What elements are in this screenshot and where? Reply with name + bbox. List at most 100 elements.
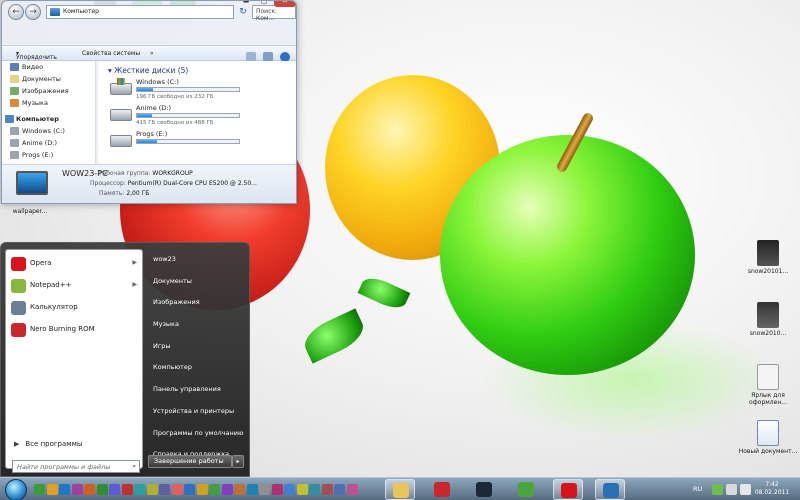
drive-icon — [10, 139, 19, 147]
taskbar-button-opera[interactable] — [553, 479, 583, 500]
quick-launch-icon[interactable] — [321, 484, 333, 495]
desktop-icon-label: snow2010... — [749, 330, 787, 337]
search-input[interactable]: Поиск: Ком... — [252, 5, 296, 22]
start-place-games[interactable]: Игры — [147, 336, 247, 358]
documents-library-icon — [10, 75, 19, 83]
quick-launch-icon[interactable] — [146, 484, 158, 495]
taskbar-button-filezilla[interactable] — [427, 479, 457, 500]
start-place-music[interactable]: Музыка — [147, 314, 247, 336]
forward-button[interactable]: → — [25, 4, 41, 20]
nav-item-drive-c[interactable]: Windows (C:) — [2, 125, 95, 137]
nav-item-computer[interactable]: Компьютер — [2, 113, 95, 125]
nav-item-music[interactable]: Музыка — [2, 97, 95, 109]
quick-launch-icon[interactable] — [34, 484, 45, 495]
desktop-icon-wallpaper[interactable]: wallpaper... — [0, 206, 60, 215]
shutdown-options-button[interactable]: ▸ — [232, 455, 244, 468]
minimize-button[interactable]: ▬ — [238, 1, 254, 7]
drive-free-space: 415 ГБ свободно из 488 ГБ — [136, 120, 214, 126]
start-menu-programs: Opera ▶ Notepad++ ▶ Калькулятор Nero Bur… — [5, 249, 143, 473]
start-place-documents[interactable]: Документы — [147, 271, 247, 293]
quick-launch-icon[interactable] — [84, 484, 95, 495]
quick-launch-icon[interactable] — [209, 484, 220, 495]
quick-launch-icon[interactable] — [196, 484, 208, 495]
tray-icon[interactable] — [712, 484, 723, 495]
start-item-notepadpp[interactable]: Notepad++ ▶ — [6, 276, 142, 296]
start-place-user[interactable]: wow23 — [147, 249, 247, 271]
start-menu-places: wow23 Документы Изображения Музыка Игры … — [147, 249, 247, 458]
quick-launch-icon[interactable] — [171, 484, 183, 495]
desktop-icon-snow-2[interactable]: snow2010... — [738, 302, 798, 337]
shutdown-button[interactable]: Завершение работы — [148, 455, 232, 468]
start-button[interactable] — [5, 479, 27, 500]
quick-launch-icon[interactable] — [134, 484, 145, 495]
quick-launch-icon[interactable] — [309, 484, 320, 495]
start-place-pictures[interactable]: Изображения — [147, 292, 247, 314]
hard-drive-icon — [110, 135, 132, 147]
nav-item-drive-d[interactable]: Anime (D:) — [2, 137, 95, 149]
group-header-hard-disks[interactable]: ▾ Жесткие диски (5) — [108, 61, 296, 77]
explorer-titlebar[interactable]: ← → Компьютер ↻ Поиск: Ком... ▬ ▢ ✕ — [2, 1, 296, 23]
quick-launch-icon[interactable] — [159, 484, 170, 495]
taskbar-button-explorer[interactable] — [385, 479, 415, 500]
cpu-row: Процессор: Pentium(R) Dual-Core CPU E520… — [90, 180, 257, 187]
refresh-icon[interactable]: ↻ — [236, 5, 250, 19]
close-button[interactable]: ✕ — [274, 1, 296, 7]
quick-launch-icon[interactable] — [284, 484, 295, 495]
start-item-nero[interactable]: Nero Burning ROM — [6, 320, 142, 340]
quick-launch-icon[interactable] — [184, 484, 195, 495]
drive-name: Progs (E:) — [136, 130, 168, 138]
video-file-icon — [757, 240, 779, 266]
quick-launch-icon[interactable] — [121, 484, 133, 495]
volume-icon[interactable] — [740, 484, 751, 495]
start-item-calculator[interactable]: Калькулятор — [6, 298, 142, 318]
drive-usage-fill — [137, 114, 153, 117]
explorer-window[interactable]: ← → Компьютер ↻ Поиск: Ком... ▬ ▢ ✕ Упор… — [1, 0, 297, 204]
clock[interactable]: 7:42 08.02.2011 — [752, 481, 792, 497]
back-button[interactable]: ← — [8, 4, 24, 20]
address-bar[interactable]: Компьютер — [46, 5, 234, 19]
quick-launch-icon[interactable] — [246, 484, 258, 495]
start-place-control-panel[interactable]: Панель управления — [147, 379, 247, 401]
desktop-icon-shortcut[interactable]: Ярлык для оформлен... — [738, 364, 798, 406]
quick-launch-icon[interactable] — [221, 484, 233, 495]
quick-launch-icon[interactable] — [109, 484, 120, 495]
taskbar-button-remote-desktop[interactable] — [595, 479, 625, 500]
quick-launch-icon[interactable] — [334, 484, 345, 495]
start-place-devices[interactable]: Устройства и принтеры — [147, 401, 247, 423]
all-programs-button[interactable]: ▶ Все программы — [14, 440, 82, 448]
windows-drive-icon — [110, 78, 132, 95]
quick-launch-icon[interactable] — [259, 484, 270, 495]
drive-item[interactable]: Progs (E:) — [108, 129, 296, 155]
system-properties-button[interactable]: Свойства системы — [82, 50, 140, 57]
more-commands-button[interactable]: » — [150, 50, 154, 57]
language-indicator[interactable]: RU — [693, 485, 702, 493]
quick-launch-icon[interactable] — [234, 484, 245, 495]
start-search-input[interactable]: Найти программы и файлы ⌕ — [12, 460, 140, 473]
workgroup-row: Рабочая группа: WORKGROUP — [99, 170, 193, 177]
taskbar-button-steam[interactable] — [469, 479, 499, 500]
quick-launch-icon[interactable] — [96, 484, 108, 495]
drive-item[interactable]: Anime (D:) 415 ГБ свободно из 488 ГБ — [108, 103, 296, 129]
start-item-opera[interactable]: Opera ▶ — [6, 254, 142, 274]
explorer-icon — [393, 483, 409, 498]
organize-button[interactable]: Упорядочить ▾ — [16, 50, 57, 61]
quick-launch-icon[interactable] — [46, 484, 58, 495]
quick-launch-icon[interactable] — [59, 484, 70, 495]
start-place-default-programs[interactable]: Программы по умолчанию — [147, 423, 247, 445]
drive-item[interactable]: Windows (C:) 196 ГБ свободно из 232 ГБ — [108, 77, 296, 103]
desktop-icon-document[interactable]: Новый документ... — [738, 420, 798, 455]
network-icon[interactable] — [726, 484, 737, 495]
quick-launch-icon[interactable] — [271, 484, 283, 495]
nav-item-drive-e[interactable]: Progs (E:) — [2, 149, 95, 161]
quick-launch-icon[interactable] — [71, 484, 83, 495]
start-place-computer[interactable]: Компьютер — [147, 357, 247, 379]
drive-usage-fill — [137, 88, 154, 91]
quick-launch-icon[interactable] — [346, 484, 358, 495]
nav-item-video[interactable]: Видео — [2, 61, 95, 73]
nav-item-pictures[interactable]: Изображения — [2, 85, 95, 97]
taskbar-button-chrome[interactable] — [511, 479, 541, 500]
quick-launch-icon[interactable] — [296, 484, 308, 495]
maximize-button[interactable]: ▢ — [256, 1, 272, 7]
desktop-icon-snow-1[interactable]: snow20101... — [738, 240, 798, 275]
nav-item-documents[interactable]: Документы — [2, 73, 95, 85]
